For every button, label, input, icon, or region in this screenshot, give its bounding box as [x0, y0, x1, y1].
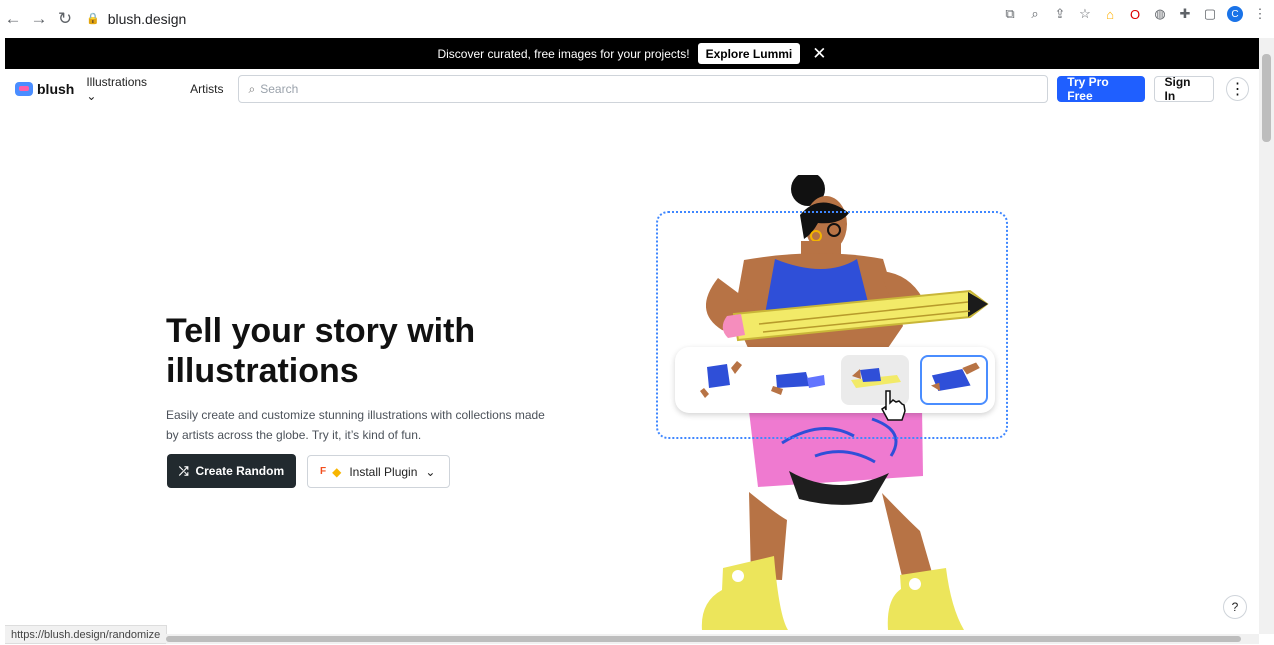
create-random-button[interactable]: ⤮ Create Random: [167, 454, 296, 488]
site-header: blush Illustrations ⌄ Artists ⌕ Search T…: [5, 70, 1259, 108]
browser-toolbar: ← → ↻ 🔒 blush.design ⧉ ⌕ ⇪ ☆ ⌂ O ◍ ✚ ▢ C…: [0, 0, 1274, 37]
pose-option-2[interactable]: [765, 355, 833, 405]
figma-icon: F: [320, 466, 327, 477]
reload-icon[interactable]: ↻: [52, 6, 78, 32]
back-icon[interactable]: ←: [0, 6, 26, 32]
shuffle-icon: ⤮: [178, 463, 189, 478]
address-text: blush.design: [107, 10, 187, 27]
hero-description: Easily create and customize stunning ill…: [166, 408, 545, 442]
status-url: https://blush.design/randomize: [5, 625, 168, 644]
promo-banner: Discover curated, free images for your p…: [5, 38, 1259, 69]
chevron-down-icon: ⌄: [425, 464, 436, 479]
side-panel-icon[interactable]: ▢: [1202, 6, 1218, 22]
globe-icon[interactable]: ◍: [1152, 6, 1168, 22]
hero-title: Tell your story with illustrations: [166, 312, 476, 390]
scrollbar-thumb[interactable]: [1262, 54, 1271, 142]
horizontal-scrollbar[interactable]: [166, 634, 1259, 644]
translate-icon[interactable]: ⧉: [1002, 6, 1018, 22]
create-random-label: Create Random: [195, 464, 285, 478]
main-menu: Illustrations ⌄ Artists: [86, 75, 235, 103]
search-icon: ⌕: [248, 81, 256, 96]
pose-option-1[interactable]: [689, 355, 757, 405]
try-pro-button[interactable]: Try Pro Free: [1057, 75, 1145, 103]
lock-icon: 🔒: [86, 13, 100, 25]
hand-cursor-icon: [881, 390, 906, 421]
profile-avatar[interactable]: C: [1227, 6, 1243, 22]
illustrations-menu[interactable]: Illustrations ⌄: [86, 75, 178, 103]
pose-option-4[interactable]: [920, 355, 988, 405]
vertical-scrollbar[interactable]: [1259, 38, 1274, 634]
close-icon[interactable]: ✕: [812, 44, 826, 64]
illustrations-label: Illustrations: [86, 75, 148, 89]
search-placeholder: Search: [260, 82, 299, 96]
browser-menu-icon[interactable]: ⋮: [1252, 6, 1268, 22]
puzzle-icon[interactable]: ✚: [1177, 6, 1193, 22]
chevron-down-icon: ⌄: [86, 89, 97, 103]
more-menu-icon[interactable]: ⋮: [1225, 77, 1249, 101]
extension-house-icon[interactable]: ⌂: [1102, 6, 1118, 22]
brand-logo[interactable]: blush: [15, 81, 74, 97]
artists-link[interactable]: Artists: [190, 82, 223, 96]
horizontal-scroll-thumb[interactable]: [166, 636, 1241, 642]
sketch-icon: ◆: [332, 464, 342, 479]
search-input[interactable]: ⌕ Search: [237, 75, 1049, 103]
extensions-row: ⧉ ⌕ ⇪ ☆ ⌂ O ◍ ✚ ▢ C ⋮: [1002, 6, 1268, 22]
brand-name: blush: [37, 81, 75, 97]
opera-icon[interactable]: O: [1127, 6, 1143, 22]
explore-lummi-button[interactable]: Explore Lummi: [697, 43, 801, 64]
blush-logo-icon: [15, 82, 33, 96]
share-icon[interactable]: ⇪: [1052, 6, 1068, 22]
install-plugin-label: Install Plugin: [349, 464, 418, 479]
sign-in-button[interactable]: Sign In: [1153, 75, 1214, 103]
forward-icon[interactable]: →: [26, 6, 52, 32]
promo-text: Discover curated, free images for your p…: [437, 46, 690, 61]
address-bar[interactable]: 🔒 blush.design: [86, 5, 952, 33]
star-icon[interactable]: ☆: [1077, 6, 1093, 22]
help-button[interactable]: ?: [1223, 595, 1247, 619]
install-plugin-dropdown[interactable]: F ◆ Install Plugin ⌄: [307, 455, 450, 488]
pose-picker: [675, 347, 995, 413]
zoom-icon[interactable]: ⌕: [1027, 6, 1043, 22]
